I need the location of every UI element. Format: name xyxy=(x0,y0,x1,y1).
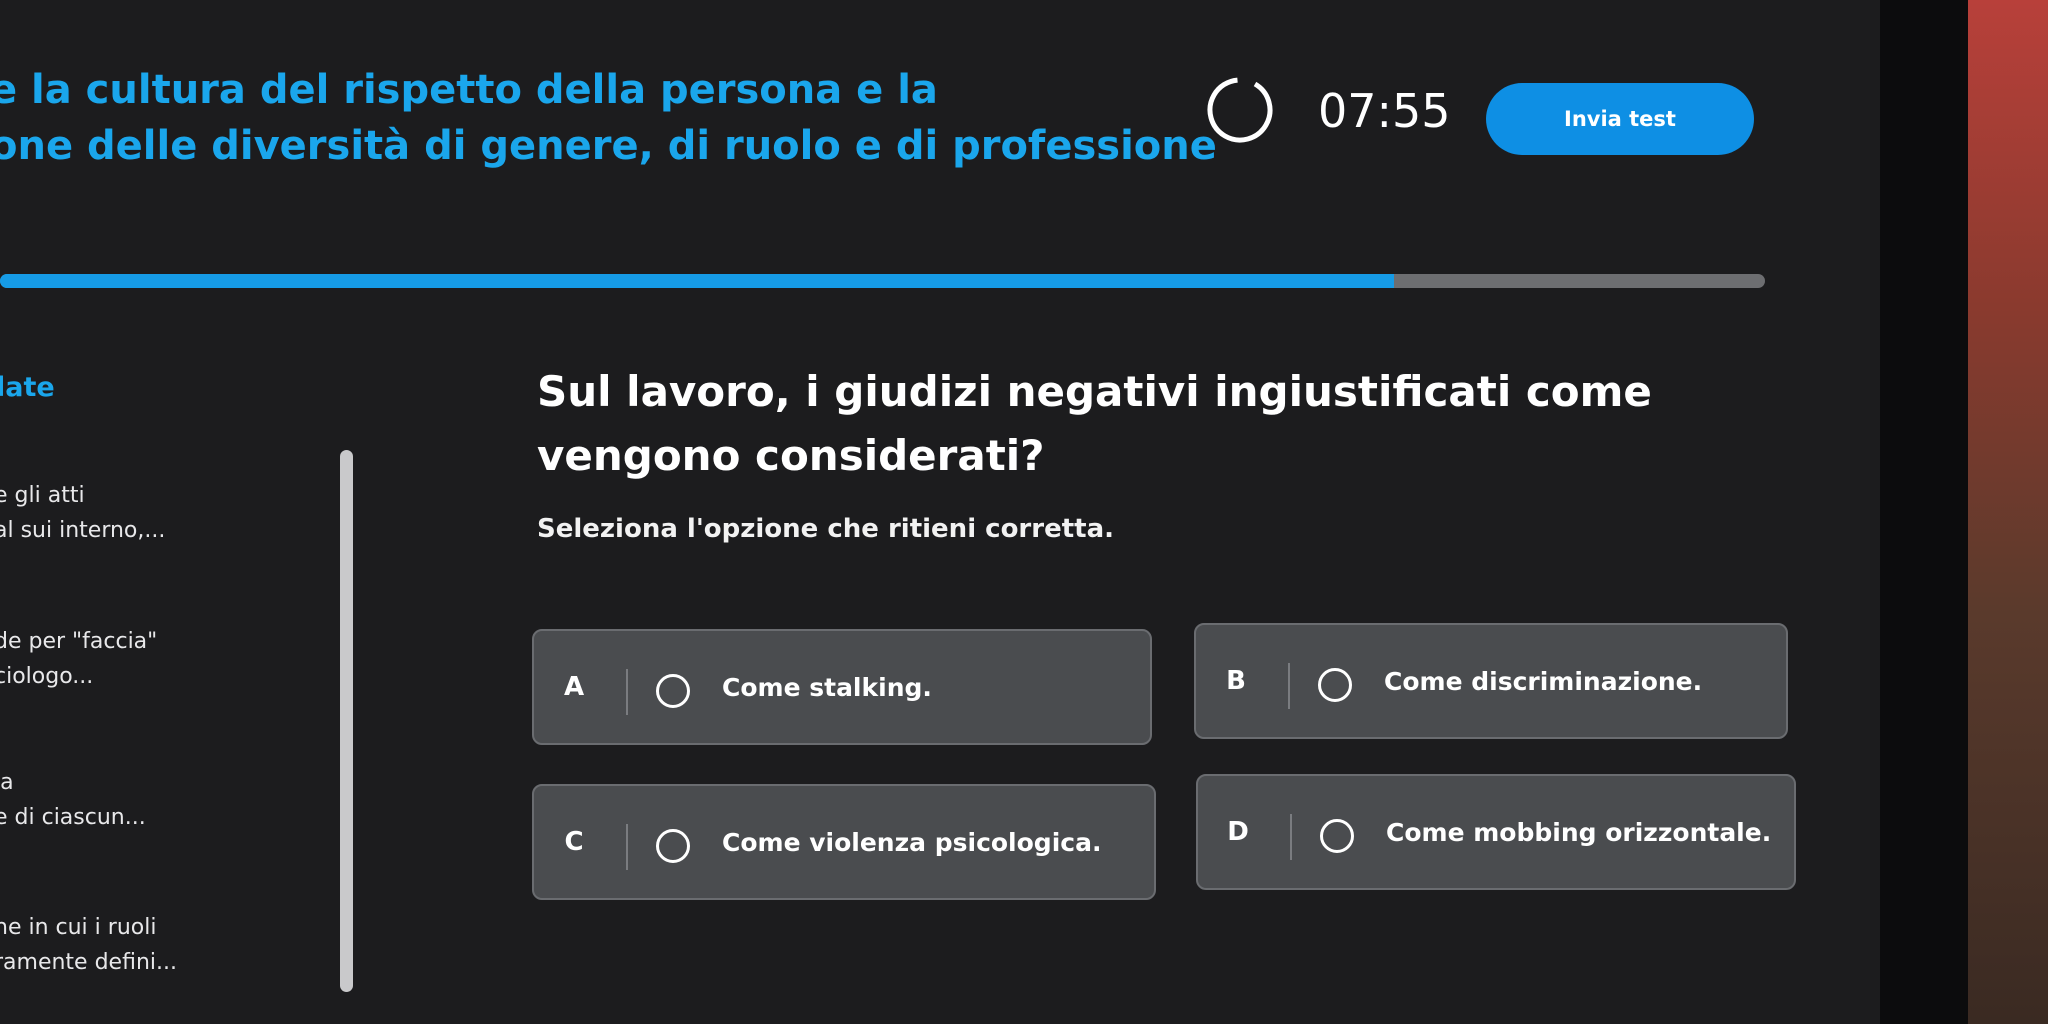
progress-bar xyxy=(0,274,1765,288)
answer-option-b[interactable]: B Come discriminazione. xyxy=(1194,623,1788,739)
option-divider xyxy=(626,824,628,870)
sidebar-item-4-line-1: ne in cui i ruoli xyxy=(0,915,157,940)
sidebar-item-1[interactable]: e gli atti al sui interno,... xyxy=(0,478,165,548)
question-title: Sul lavoro, i giudizi negativi ingiustif… xyxy=(537,367,1652,480)
course-title-line-2: one delle diversità di genere, di ruolo … xyxy=(0,123,1217,169)
sidebar-item-2-line-2: ciologo... xyxy=(0,664,94,689)
option-label: Come mobbing orizzontale. xyxy=(1386,817,1772,847)
radio-icon[interactable] xyxy=(656,674,690,708)
option-label: Come discriminazione. xyxy=(1384,666,1703,696)
background-wall xyxy=(1968,0,2048,1024)
option-letter: D xyxy=(1227,817,1249,847)
sidebar-item-3-line-2: e di ciascun... xyxy=(0,805,146,830)
option-divider xyxy=(626,669,628,715)
sidebar-item-1-line-1: e gli atti xyxy=(0,483,85,508)
sidebar-item-3[interactable]: la e di ciascun... xyxy=(0,765,146,835)
sidebar-heading: late xyxy=(0,372,55,403)
sidebar-item-1-line-2: al sui interno,... xyxy=(0,518,166,543)
submit-test-button[interactable]: Invia test xyxy=(1486,83,1754,155)
option-divider xyxy=(1288,663,1290,709)
option-label: Come stalking. xyxy=(722,672,932,702)
sidebar-item-2-line-1: de per "faccia" xyxy=(0,629,158,654)
timer-countdown: 07:55 xyxy=(1318,84,1451,138)
answer-option-a[interactable]: A Come stalking. xyxy=(532,629,1152,745)
sidebar-item-4[interactable]: ne in cui i ruoli ramente defini... xyxy=(0,910,177,980)
course-title: e la cultura del rispetto della persona … xyxy=(0,62,1217,174)
option-divider xyxy=(1290,814,1292,860)
course-title-line-1: e la cultura del rispetto della persona … xyxy=(0,67,938,113)
monitor-bezel xyxy=(1880,0,1970,1024)
question-instruction: Seleziona l'opzione che ritieni corretta… xyxy=(537,514,1114,544)
quiz-screen: e la cultura del rispetto della persona … xyxy=(0,0,1960,1024)
sidebar-item-2[interactable]: de per "faccia" ciologo... xyxy=(0,624,157,694)
answer-option-d[interactable]: D Come mobbing orizzontale. xyxy=(1196,774,1796,890)
sidebar-item-3-line-1: la xyxy=(0,770,14,795)
option-label: Come violenza psicologica. xyxy=(722,827,1102,857)
radio-icon[interactable] xyxy=(1320,819,1354,853)
sidebar-item-4-line-2: ramente defini... xyxy=(0,950,177,975)
timer-ring-icon xyxy=(1207,77,1273,143)
radio-icon[interactable] xyxy=(656,829,690,863)
option-letter: B xyxy=(1226,666,1246,696)
sidebar-scrollbar[interactable] xyxy=(340,450,353,992)
option-letter: A xyxy=(563,672,585,702)
progress-bar-fill xyxy=(0,274,1395,288)
option-letter: C xyxy=(564,827,584,857)
answer-option-c[interactable]: C Come violenza psicologica. xyxy=(532,784,1156,900)
radio-icon[interactable] xyxy=(1318,668,1352,702)
